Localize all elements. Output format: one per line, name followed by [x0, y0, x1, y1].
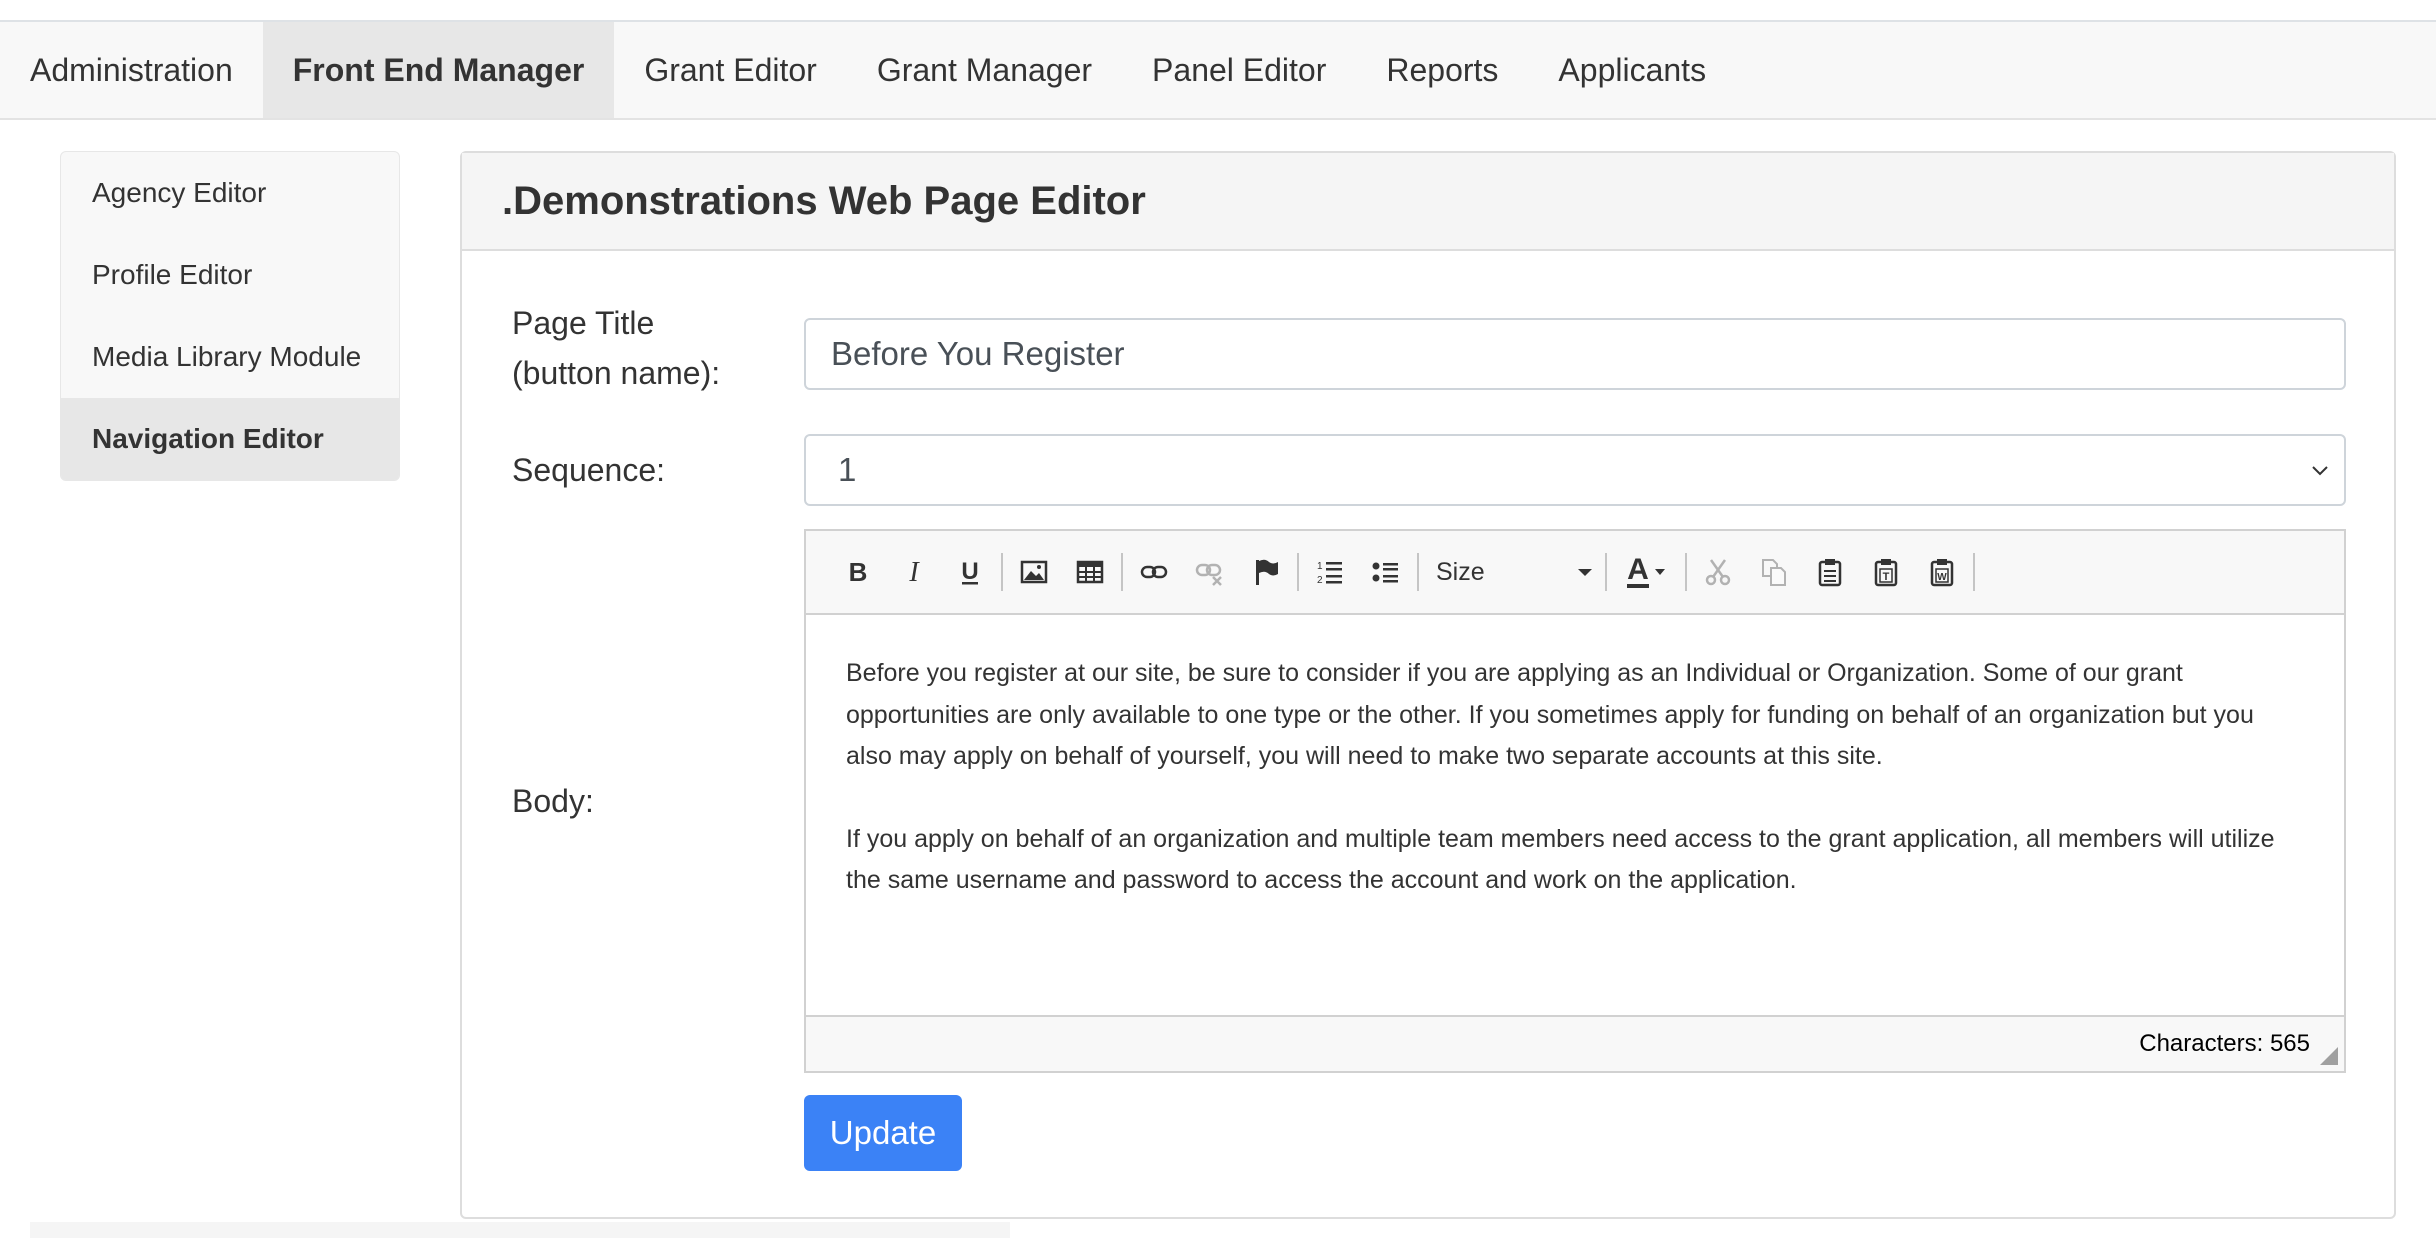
toolbar-separator	[1001, 553, 1003, 591]
svg-text:2: 2	[1317, 575, 1323, 586]
top-border	[0, 0, 2436, 22]
copy-button[interactable]	[1746, 544, 1802, 600]
italic-button[interactable]: I	[886, 544, 942, 600]
chevron-down-icon	[1578, 568, 1592, 576]
toolbar-separator	[1973, 553, 1975, 591]
table-icon	[1076, 560, 1104, 584]
toolbar-separator	[1297, 553, 1299, 591]
page-title-label-line1: Page Title	[512, 305, 655, 341]
body-paragraph: Before you register at our site, be sure…	[846, 659, 2254, 770]
unlink-icon	[1195, 563, 1222, 586]
underline-button[interactable]: U	[942, 544, 998, 600]
page-title-label-line2: (button name):	[512, 355, 721, 391]
panel-title: .Demonstrations Web Page Editor	[462, 153, 2394, 251]
svg-text:T: T	[1883, 571, 1890, 583]
page-title-label: Page Title (button name):	[512, 298, 720, 398]
footer-strip	[30, 1222, 1010, 1238]
svg-text:1: 1	[1317, 561, 1323, 572]
sidebar-item-profile-editor[interactable]: Profile Editor	[61, 234, 399, 316]
editor-content-area[interactable]: Before you register at our site, be sure…	[806, 615, 2344, 1015]
flag-icon	[1256, 559, 1278, 585]
page-title-input[interactable]: Before You Register	[804, 318, 2346, 390]
font-color-icon: A	[1627, 553, 1649, 588]
toolbar-separator	[1605, 553, 1607, 591]
numbered-list-button[interactable]: 12	[1302, 544, 1358, 600]
editor-panel: .Demonstrations Web Page Editor Page Tit…	[460, 151, 2396, 1219]
link-icon	[1140, 565, 1168, 579]
image-icon	[1020, 560, 1048, 584]
sequence-select[interactable]: 1	[804, 434, 2346, 506]
sidebar: Agency Editor Profile Editor Media Libra…	[60, 151, 400, 481]
rich-text-editor: B I U 1 2 Size A T W Before you register…	[804, 529, 2346, 1073]
resize-handle-icon[interactable]	[2320, 1047, 2338, 1065]
italic-icon: I	[908, 557, 920, 587]
unlink-button[interactable]	[1182, 544, 1238, 600]
insert-image-button[interactable]	[1006, 544, 1062, 600]
svg-text:B: B	[849, 557, 868, 587]
top-nav: Administration Front End Manager Grant E…	[0, 22, 2436, 120]
underline-icon: U	[961, 558, 978, 585]
bullet-list-icon	[1372, 562, 1398, 583]
toolbar-separator	[1685, 553, 1687, 591]
chevron-down-icon	[1654, 569, 1665, 575]
toolbar-separator	[1417, 553, 1419, 591]
sidebar-item-media-library[interactable]: Media Library Module	[61, 316, 399, 398]
paste-word-button[interactable]: W	[1914, 544, 1970, 600]
font-size-dropdown[interactable]: Size	[1422, 544, 1602, 600]
svg-text:W: W	[1937, 572, 1947, 583]
font-size-label: Size	[1436, 557, 1485, 586]
body-label: Body:	[512, 783, 594, 819]
sequence-label: Sequence:	[512, 452, 666, 488]
nav-grant-manager[interactable]: Grant Manager	[847, 22, 1122, 118]
update-button[interactable]: Update	[804, 1095, 962, 1171]
numbered-list-icon: 12	[1317, 561, 1342, 586]
svg-text:U: U	[961, 558, 978, 585]
cut-icon	[1705, 559, 1731, 586]
sidebar-item-agency-editor[interactable]: Agency Editor	[61, 152, 399, 234]
bold-button[interactable]: B	[830, 544, 886, 600]
insert-table-button[interactable]	[1062, 544, 1118, 600]
font-color-button[interactable]: A	[1610, 544, 1682, 600]
editor-status-bar: Characters: 565	[806, 1015, 2344, 1071]
paste-text-icon: T	[1874, 559, 1898, 587]
editor-toolbar: B I U 1 2 Size A T W	[806, 531, 2344, 615]
bold-icon: B	[849, 557, 868, 587]
bullet-list-button[interactable]	[1358, 544, 1414, 600]
svg-text:I: I	[908, 557, 920, 587]
body-paragraph: If you apply on behalf of an organizatio…	[846, 824, 2275, 895]
nav-reports[interactable]: Reports	[1356, 22, 1528, 118]
paste-word-icon: W	[1930, 559, 1954, 587]
character-count: Characters: 565	[2139, 1030, 2310, 1057]
toolbar-separator	[1121, 553, 1123, 591]
paste-button[interactable]	[1802, 544, 1858, 600]
nav-administration[interactable]: Administration	[0, 22, 263, 118]
copy-icon	[1762, 559, 1786, 586]
paste-text-button[interactable]: T	[1858, 544, 1914, 600]
cut-button[interactable]	[1690, 544, 1746, 600]
paste-icon	[1818, 559, 1842, 587]
nav-grant-editor[interactable]: Grant Editor	[614, 22, 847, 118]
sequence-value: 1	[838, 451, 857, 488]
nav-front-end-manager[interactable]: Front End Manager	[262, 22, 615, 118]
nav-panel-editor[interactable]: Panel Editor	[1122, 22, 1356, 118]
nav-applicants[interactable]: Applicants	[1528, 22, 1736, 118]
chevron-down-icon	[2312, 466, 2328, 476]
anchor-button[interactable]	[1238, 544, 1294, 600]
sidebar-item-navigation-editor[interactable]: Navigation Editor	[61, 398, 399, 480]
insert-link-button[interactable]	[1126, 544, 1182, 600]
